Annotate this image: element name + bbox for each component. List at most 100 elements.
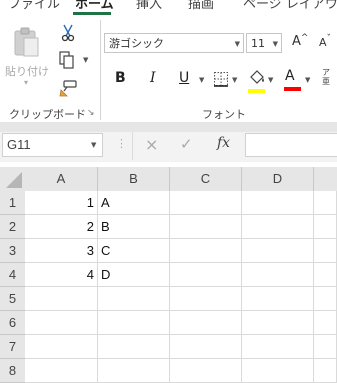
grow-font-caret-icon: ^ [300,33,309,43]
underline-button[interactable]: U [179,70,189,86]
paste-icon [14,27,39,57]
cell-e3[interactable] [314,239,337,263]
cell-c8[interactable] [170,359,242,383]
cell-b1[interactable]: A [98,191,170,215]
cell-e5[interactable] [314,287,337,311]
cell-c4[interactable] [170,263,242,287]
cell-e2[interactable] [314,215,337,239]
cell-b2[interactable]: B [98,215,170,239]
cell-b5[interactable] [98,287,170,311]
font-name-dropdown-icon: ▼ [234,40,240,48]
cell-d4[interactable] [242,263,314,287]
name-box[interactable]: G11 [2,133,103,157]
clipboard-launcher-icon[interactable]: ↘ [87,108,95,118]
column-header-e[interactable] [314,167,337,191]
cell-a4[interactable]: 4 [25,263,98,287]
select-all-corner[interactable] [0,167,25,191]
column-header-a[interactable]: A [25,167,98,191]
column-header-c[interactable]: C [170,167,242,191]
cell-d2[interactable] [242,215,314,239]
tab-file[interactable]: ファイル [8,0,60,12]
row-header-7[interactable]: 7 [0,335,25,359]
paste-label: 貼り付け [5,65,49,78]
fill-color-dropdown-icon[interactable]: ▼ [268,76,273,84]
paste-dropdown-icon[interactable]: ▾ [24,78,28,87]
cell-d1[interactable] [242,191,314,215]
cell-b6[interactable] [98,311,170,335]
phonetic-guide-button[interactable]: ア亜 [322,68,336,86]
italic-button[interactable]: I [150,70,156,86]
insert-function-button[interactable]: fx [217,135,230,151]
font-color-button[interactable]: A [285,68,295,84]
row-header-8[interactable]: 8 [0,359,25,383]
cell-a2[interactable]: 2 [25,215,98,239]
cell-b4[interactable]: D [98,263,170,287]
cut-button[interactable] [60,24,76,42]
cell-e1[interactable] [314,191,337,215]
font-size-select[interactable]: 11 ▼ [246,33,282,53]
formula-bar-grip-icon[interactable]: ⋮ [116,137,127,150]
fill-color-button[interactable] [248,69,266,89]
row-header-4[interactable]: 4 [0,263,25,287]
cell-e6[interactable] [314,311,337,335]
enter-icon[interactable]: ✓ [180,135,193,153]
underline-dropdown-icon[interactable]: ▼ [199,76,204,84]
cell-c6[interactable] [170,311,242,335]
borders-dropdown-icon[interactable]: ▼ [232,76,237,84]
bold-button[interactable]: B [115,70,126,86]
cell-c3[interactable] [170,239,242,263]
cell-a1[interactable]: 1 [25,191,98,215]
cell-b7[interactable] [98,335,170,359]
ribbon-home: 貼り付け ▾ ▼ クリップボード ↘ 游ゴシック ▼ 11 ▼ A^ Aˇ B … [0,16,337,122]
row-header-5[interactable]: 5 [0,287,25,311]
cell-d7[interactable] [242,335,314,359]
font-color-dropdown-icon[interactable]: ▼ [305,76,310,84]
borders-icon [214,72,228,87]
row-header-3[interactable]: 3 [0,239,25,263]
copy-icon [59,51,74,69]
cell-c5[interactable] [170,287,242,311]
copy-button[interactable] [58,51,78,69]
grow-font-label: A [292,34,301,49]
font-color-swatch [284,87,301,91]
borders-button[interactable] [213,71,229,87]
tab-page-layout[interactable]: ページ レイアウト [243,0,337,12]
font-size-dropdown-icon: ▼ [272,40,278,48]
tab-insert[interactable]: 挿入 [136,0,162,12]
column-header-d[interactable]: D [242,167,314,191]
cell-a6[interactable] [25,311,98,335]
shrink-font-button[interactable]: Aˇ [319,34,331,49]
name-box-value: G11 [7,137,31,152]
tab-draw[interactable]: 描画 [188,0,214,12]
cell-b8[interactable] [98,359,170,383]
cell-c2[interactable] [170,215,242,239]
column-header-b[interactable]: B [98,167,170,191]
cancel-icon[interactable]: × [145,135,158,154]
cell-e4[interactable] [314,263,337,287]
cell-e8[interactable] [314,359,337,383]
cell-d8[interactable] [242,359,314,383]
row-header-2[interactable]: 2 [0,215,25,239]
select-all-triangle-icon [6,172,22,188]
paste-button[interactable] [12,26,42,60]
cell-d3[interactable] [242,239,314,263]
name-box-dropdown-icon[interactable]: ▼ [91,141,96,149]
cell-a5[interactable] [25,287,98,311]
cell-a7[interactable] [25,335,98,359]
grow-font-button[interactable]: A^ [292,33,309,49]
row-header-6[interactable]: 6 [0,311,25,335]
tab-home[interactable]: ホーム [75,0,114,12]
copy-dropdown-icon[interactable]: ▼ [83,56,88,64]
font-name-select[interactable]: 游ゴシック ▼ [104,33,244,53]
cell-c1[interactable] [170,191,242,215]
cell-e7[interactable] [314,335,337,359]
formula-input[interactable] [245,133,337,157]
row-header-1[interactable]: 1 [0,191,25,215]
cell-c7[interactable] [170,335,242,359]
cell-b3[interactable]: C [98,239,170,263]
cell-d5[interactable] [242,287,314,311]
format-painter-button[interactable] [58,79,78,97]
cell-a3[interactable]: 3 [25,239,98,263]
cell-d6[interactable] [242,311,314,335]
cell-a8[interactable] [25,359,98,383]
